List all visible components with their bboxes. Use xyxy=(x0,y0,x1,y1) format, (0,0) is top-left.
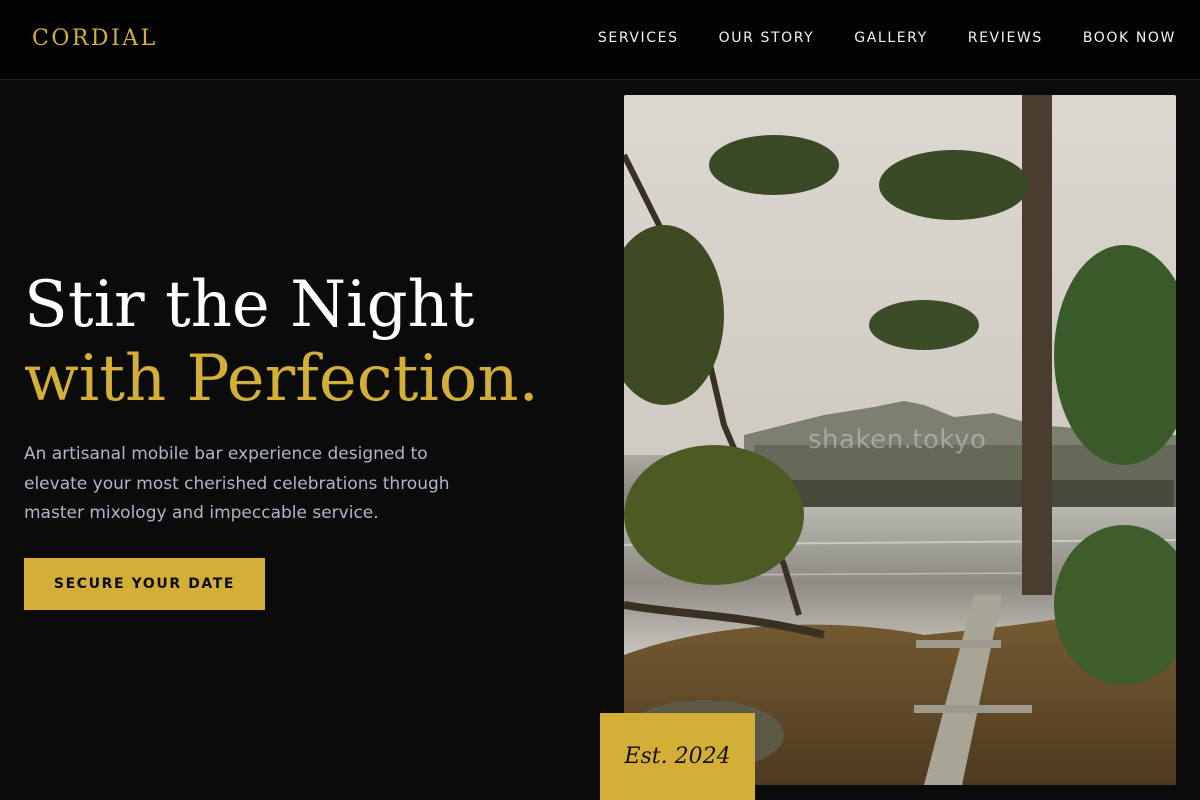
nav-item-services[interactable]: SERVICES xyxy=(598,30,679,46)
site-header: CORDIAL SERVICES OUR STORY GALLERY REVIE… xyxy=(0,0,1200,80)
hero-description: An artisanal mobile bar experience desig… xyxy=(24,444,450,523)
nav-item-book-now[interactable]: BOOK NOW xyxy=(1083,30,1176,46)
photo-watermark: shaken.tokyo xyxy=(808,425,987,455)
brand-logo[interactable]: CORDIAL xyxy=(32,26,158,51)
secure-your-date-button[interactable]: SECURE YOUR DATE xyxy=(24,558,265,610)
hero-headline-line-1: Stir the Night xyxy=(24,268,475,342)
hero-headline: Stir the Night with Perfection. xyxy=(24,268,584,416)
established-badge-text: Est. 2024 xyxy=(624,744,731,769)
main-nav: SERVICES OUR STORY GALLERY REVIEWS BOOK … xyxy=(558,30,1176,46)
hero-photo: shaken.tokyo xyxy=(624,95,1176,785)
established-badge: Est. 2024 xyxy=(600,713,755,800)
hero-headline-line-2: with Perfection. xyxy=(24,342,539,416)
nav-item-our-story[interactable]: OUR STORY xyxy=(719,30,815,46)
nav-item-reviews[interactable]: REVIEWS xyxy=(968,30,1043,46)
nav-item-gallery[interactable]: GALLERY xyxy=(854,30,927,46)
